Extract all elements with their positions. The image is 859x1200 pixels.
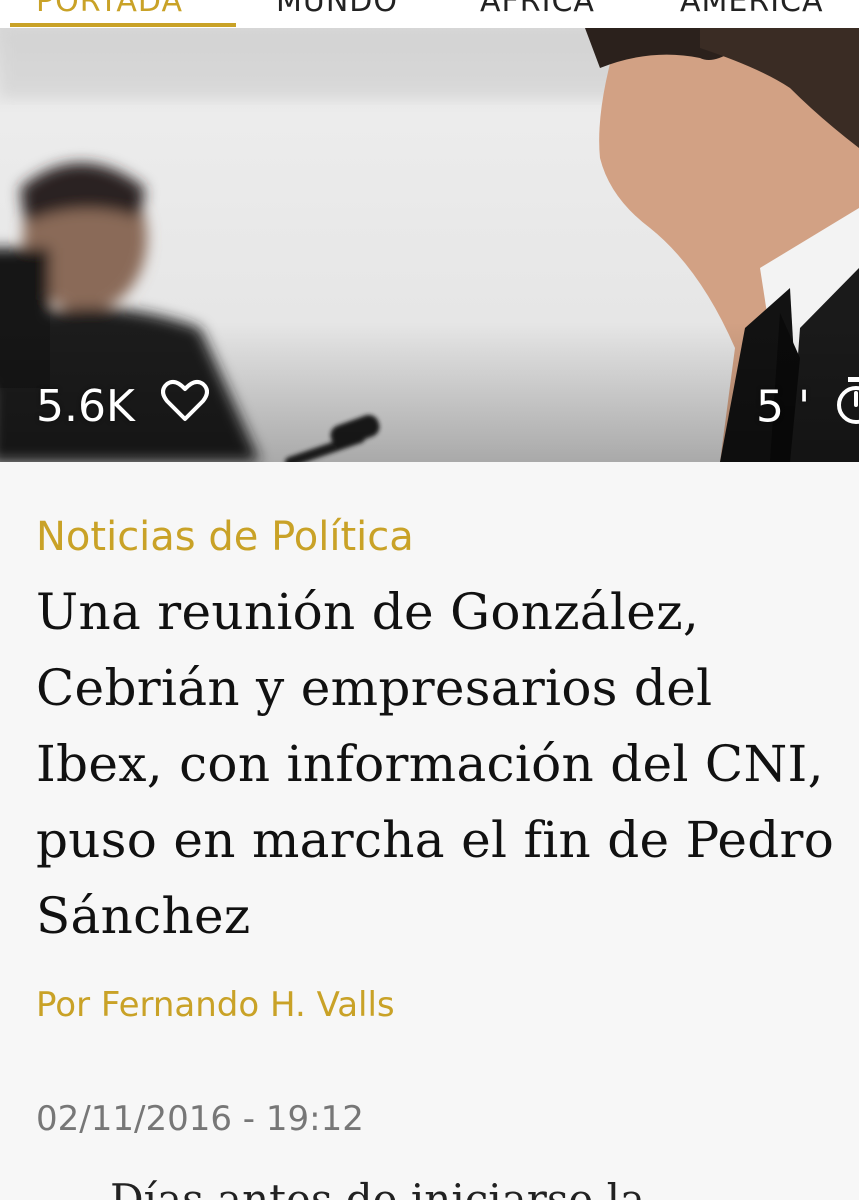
read-time-value: 5 ' bbox=[756, 381, 811, 433]
tab-mundo[interactable]: MUNDO bbox=[276, 0, 398, 22]
read-time: 5 ' bbox=[756, 377, 859, 437]
timer-icon bbox=[834, 376, 859, 437]
article-headline: Una reunión de González, Cebrián y empre… bbox=[36, 583, 835, 945]
top-nav: PORTADA MUNDO ÁFRICA AMÉRICA bbox=[0, 0, 859, 28]
heart-icon[interactable] bbox=[160, 379, 209, 434]
article-body: Días antes de iniciarse la bbox=[110, 1178, 850, 1200]
tab-portada[interactable]: PORTADA bbox=[36, 0, 183, 22]
publish-date: 02/11/2016 - 19:12 bbox=[36, 1099, 364, 1139]
tab-africa[interactable]: ÁFRICA bbox=[480, 0, 595, 22]
hero-image[interactable]: 5.6K 5 ' bbox=[0, 28, 859, 462]
active-tab-indicator bbox=[10, 23, 236, 27]
section-label[interactable]: Noticias de Política bbox=[36, 512, 414, 562]
author-byline[interactable]: Por Fernando H. Valls bbox=[36, 982, 395, 1028]
tab-america[interactable]: AMÉRICA bbox=[680, 0, 824, 22]
likes-counter[interactable]: 5.6K bbox=[36, 379, 209, 434]
likes-count: 5.6K bbox=[36, 381, 135, 432]
article-body-first-line: Días antes de iniciarse la bbox=[110, 1178, 850, 1200]
